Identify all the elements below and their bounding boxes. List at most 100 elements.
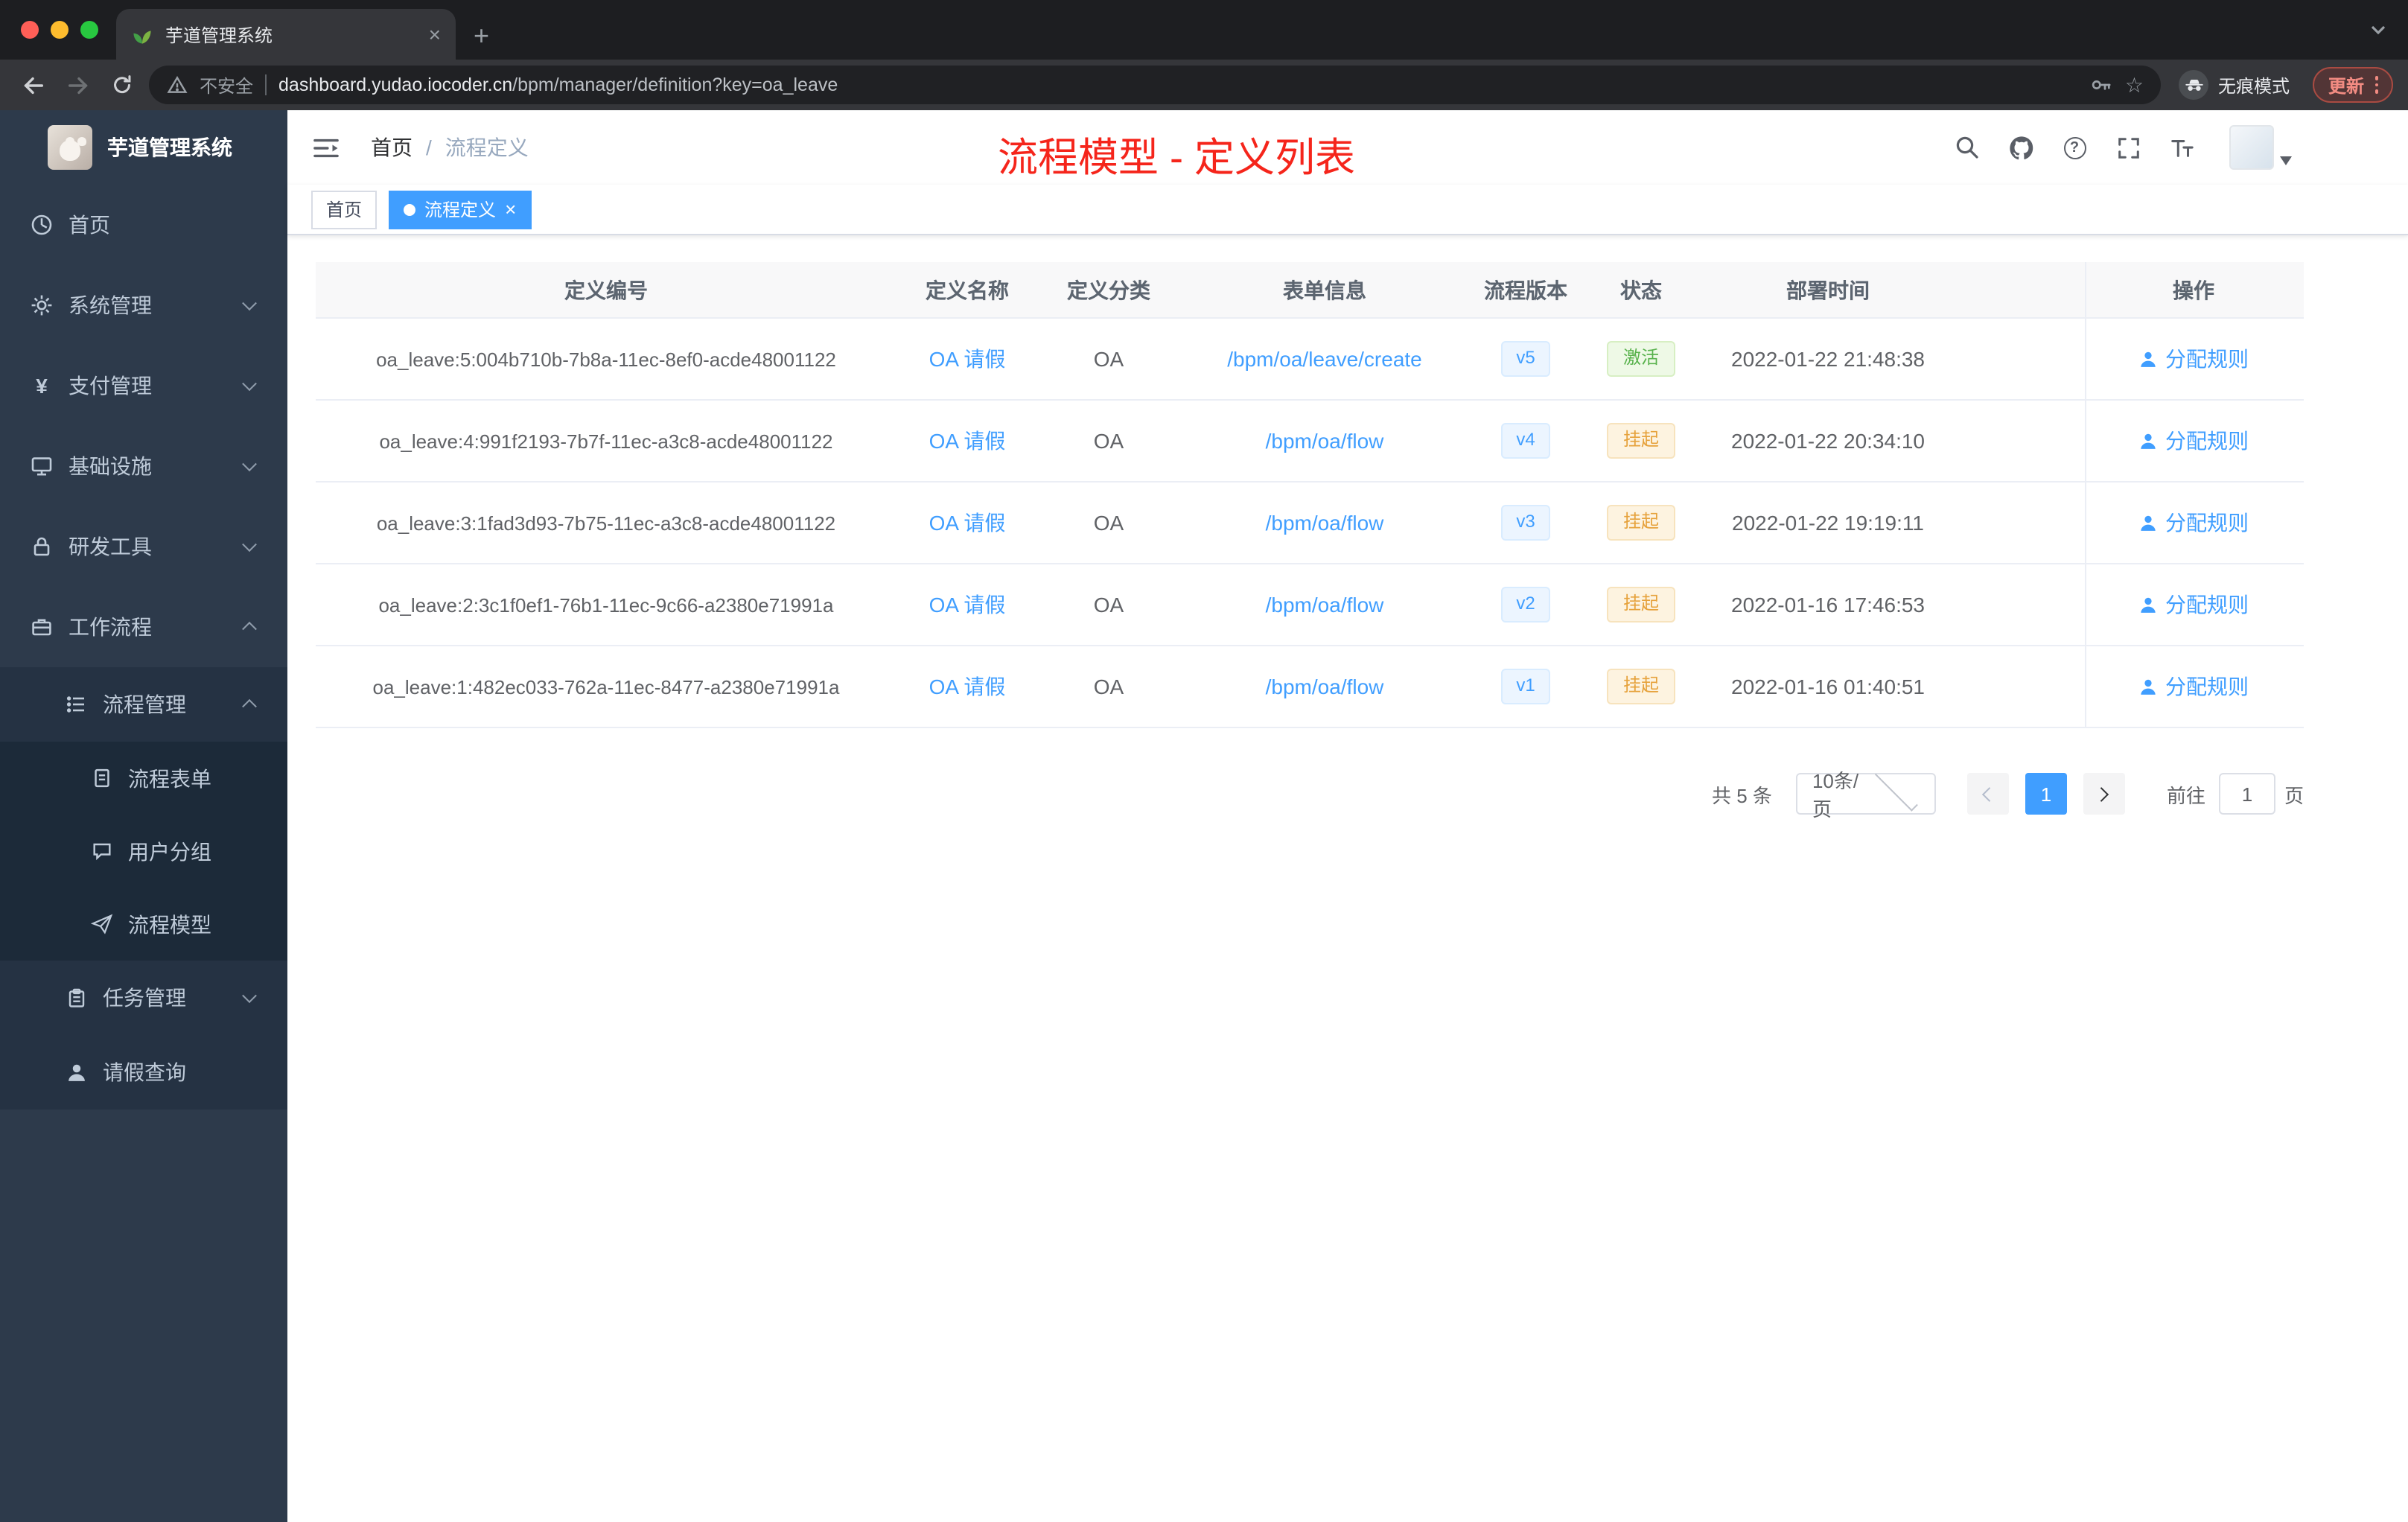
logo-image: [48, 125, 92, 170]
security-warning-icon[interactable]: [167, 74, 188, 95]
version-badge[interactable]: v1: [1501, 669, 1550, 704]
font-size-icon[interactable]: [2167, 133, 2197, 162]
col-header-status: 状态: [1620, 278, 1662, 302]
sidebar-item-payment-management[interactable]: 支付管理: [0, 346, 287, 426]
tab-search-icon[interactable]: [2369, 21, 2387, 39]
fullscreen-icon[interactable]: [2113, 133, 2143, 162]
next-page-button[interactable]: [2083, 773, 2125, 815]
zoom-window-button[interactable]: [80, 21, 98, 39]
page-size-select[interactable]: 10条/页: [1795, 768, 1936, 821]
version-badge[interactable]: v3: [1501, 505, 1550, 541]
definition-name-link[interactable]: OA 请假: [929, 593, 1006, 617]
logo-title: 芋道管理系统: [107, 136, 232, 159]
reload-button[interactable]: [104, 67, 140, 103]
assign-rule-link[interactable]: 分配规则: [2165, 426, 2249, 456]
assign-rule-link[interactable]: 分配规则: [2165, 672, 2249, 701]
sidebar-item-dev-tools[interactable]: 研发工具: [0, 506, 287, 587]
sidebar-item-home[interactable]: 首页: [0, 185, 287, 265]
sidebar-item-label: 用户分组: [128, 839, 211, 863]
back-button[interactable]: [15, 67, 51, 103]
window-controls[interactable]: [21, 21, 98, 39]
tag-close-icon[interactable]: ×: [505, 200, 516, 219]
page-unit-label: 页: [2284, 784, 2304, 806]
tab-close-icon[interactable]: ×: [429, 24, 441, 45]
cell-actions: 分配规则: [2085, 401, 2301, 481]
hamburger-icon[interactable]: [311, 135, 341, 160]
chevron-right-icon: [2095, 786, 2110, 801]
sidebar-item-workflow[interactable]: 工作流程: [0, 587, 287, 667]
search-icon[interactable]: [1952, 133, 1982, 162]
form-info-link[interactable]: /bpm/oa/leave/create: [1227, 347, 1422, 371]
breadcrumb-home[interactable]: 首页: [371, 133, 413, 162]
version-badge[interactable]: v4: [1501, 423, 1550, 459]
browser-toolbar: 不安全 dashboard.yudao.iocoder.cn/bpm/manag…: [0, 60, 2408, 110]
new-tab-button[interactable]: +: [474, 22, 489, 49]
tag-home[interactable]: 首页: [311, 190, 378, 229]
cell-category: OA: [1093, 347, 1124, 371]
minimize-window-button[interactable]: [51, 21, 69, 39]
chevron-up-icon: [242, 621, 257, 637]
definition-name-link[interactable]: OA 请假: [929, 429, 1006, 453]
github-icon[interactable]: [2006, 133, 2036, 162]
sidebar-item-label: 系统管理: [69, 293, 152, 317]
avatar[interactable]: [2229, 125, 2274, 170]
sidebar-item-label: 请假查询: [103, 1060, 186, 1084]
password-key-icon[interactable]: [2089, 73, 2113, 97]
address-bar[interactable]: 不安全 dashboard.yudao.iocoder.cn/bpm/manag…: [149, 66, 2162, 104]
assign-rule-link[interactable]: 分配规则: [2165, 590, 2249, 620]
bookmark-star-icon[interactable]: ☆: [2125, 74, 2144, 95]
assign-rule-link[interactable]: 分配规则: [2165, 344, 2249, 374]
chevron-down-icon: [242, 988, 257, 1004]
sidebar-item-user-group[interactable]: 用户分组: [0, 815, 287, 888]
tag-label: 流程定义: [424, 200, 497, 220]
sidebar-item-system-management[interactable]: 系统管理: [0, 265, 287, 346]
sidebar-logo[interactable]: 芋道管理系统: [0, 110, 287, 185]
user-icon: [2138, 677, 2158, 696]
chrome-update-menu-button[interactable]: 更新: [2313, 67, 2393, 103]
cell-definition-id: oa_leave:1:482ec033-762a-11ec-8477-a2380…: [372, 675, 840, 698]
cell-actions: 分配规则: [2085, 564, 2301, 645]
goto-page-input[interactable]: [2218, 773, 2275, 815]
form-info-link[interactable]: /bpm/oa/flow: [1266, 511, 1384, 535]
user-icon: [2138, 513, 2158, 532]
incognito-badge: 无痕模式: [2179, 70, 2290, 100]
sidebar-item-process-model[interactable]: 流程模型: [0, 888, 287, 961]
sidebar-item-label: 流程表单: [128, 766, 211, 790]
table-row: oa_leave:2:3c1f0ef1-76b1-11ec-9c66-a2380…: [316, 564, 2304, 646]
gear-icon: [30, 293, 54, 317]
sidebar-item-leave-query[interactable]: 请假查询: [0, 1035, 287, 1109]
help-icon[interactable]: [2060, 133, 2089, 162]
incognito-icon: [2179, 70, 2209, 100]
incognito-label: 无痕模式: [2217, 75, 2290, 96]
dashboard-icon: [30, 213, 54, 237]
tag-process-definition[interactable]: 流程定义 ×: [389, 190, 532, 229]
page-number-button[interactable]: 1: [2025, 773, 2067, 815]
form-info-link[interactable]: /bpm/oa/flow: [1266, 593, 1384, 617]
sidebar-item-task-management[interactable]: 任务管理: [0, 961, 287, 1035]
sidebar-item-label: 任务管理: [103, 986, 186, 1010]
form-info-link[interactable]: /bpm/oa/flow: [1266, 429, 1384, 453]
sidebar-item-process-form[interactable]: 流程表单: [0, 742, 287, 815]
col-header-deploy-time: 部署时间: [1786, 278, 1870, 302]
col-header-actions: 操作: [2085, 262, 2301, 317]
chevron-down-icon: [2280, 156, 2292, 165]
sidebar-item-infrastructure[interactable]: 基础设施: [0, 426, 287, 506]
forward-button[interactable]: [60, 67, 95, 103]
user-menu[interactable]: [2229, 125, 2292, 170]
definition-name-link[interactable]: OA 请假: [929, 347, 1006, 371]
version-badge[interactable]: v2: [1501, 587, 1550, 623]
prev-page-button[interactable]: [1966, 773, 2009, 815]
tags-view: 首页 流程定义 ×: [287, 185, 2408, 235]
definition-name-link[interactable]: OA 请假: [929, 511, 1006, 535]
kebab-menu-icon: [2374, 76, 2378, 94]
sidebar-item-label: 工作流程: [69, 615, 152, 639]
col-header-version: 流程版本: [1484, 278, 1567, 302]
app-shell: 芋道管理系统 首页 系统管理 支付管理: [0, 110, 2408, 1522]
browser-tab[interactable]: 芋道管理系统 ×: [116, 9, 456, 60]
form-info-link[interactable]: /bpm/oa/flow: [1266, 675, 1384, 698]
assign-rule-link[interactable]: 分配规则: [2165, 508, 2249, 538]
definition-name-link[interactable]: OA 请假: [929, 675, 1006, 698]
version-badge[interactable]: v5: [1501, 341, 1550, 377]
close-window-button[interactable]: [21, 21, 39, 39]
sidebar-item-process-management[interactable]: 流程管理: [0, 667, 287, 742]
